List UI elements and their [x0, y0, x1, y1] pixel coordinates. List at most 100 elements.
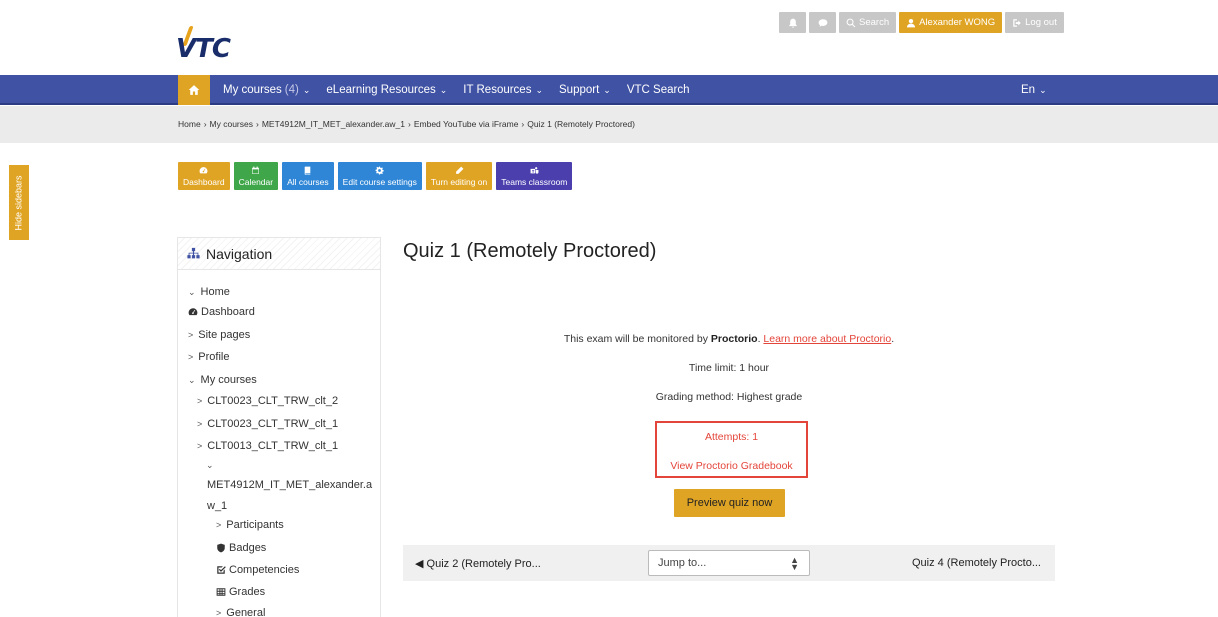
nav-my-courses[interactable]: My courses (4) ⌄	[223, 84, 310, 96]
nav-elearning[interactable]: eLearning Resources ⌄	[326, 84, 447, 96]
preview-quiz-button[interactable]: Preview quiz now	[674, 489, 785, 517]
teams-classroom-label: Teams classroom	[501, 176, 568, 187]
chevron-down-icon: ⌄	[302, 84, 311, 95]
nav-node-label: Profile	[198, 351, 230, 363]
chevron-down-icon: ⌄	[439, 84, 448, 95]
user-menu-button[interactable]: Alexander WONG	[899, 12, 1003, 33]
nav-my-courses-count: (4)	[284, 84, 299, 96]
logout-label: Log out	[1025, 17, 1057, 28]
nav-node-profile[interactable]: > Profile	[188, 351, 229, 363]
chevron-right-icon: >	[197, 396, 203, 406]
jump-to-label: Jump to...	[658, 557, 707, 569]
top-toolbar: Search Alexander WONG Log out	[779, 12, 1064, 33]
nav-node-course[interactable]: > CLT0023_CLT_TRW_clt_1	[197, 418, 338, 430]
breadcrumb-course[interactable]: MET4912M_IT_MET_alexander.aw_1	[262, 119, 405, 129]
nav-elearning-label: eLearning Resources	[326, 84, 436, 96]
teams-classroom-button[interactable]: Teams classroom	[496, 162, 573, 190]
nav-node-label: Home	[200, 286, 230, 298]
breadcrumb-current[interactable]: Quiz 1 (Remotely Proctored)	[527, 119, 635, 129]
search-button[interactable]: Search	[839, 12, 897, 33]
nav-vtc-search[interactable]: VTC Search	[627, 84, 690, 96]
chevron-right-icon: >	[216, 608, 222, 617]
nav-node-site-pages[interactable]: > Site pages	[188, 329, 250, 341]
messages-button[interactable]	[809, 12, 836, 33]
chevron-down-icon: ⌄	[188, 374, 196, 385]
proctor-notice-prefix: This exam will be monitored by	[563, 333, 711, 345]
nav-node-competencies[interactable]: Competencies	[216, 564, 299, 576]
all-courses-button-label: All courses	[287, 176, 329, 187]
nav-support[interactable]: Support ⌄	[559, 84, 611, 96]
nav-node-label: Badges	[229, 542, 267, 554]
nav-node-home[interactable]: ⌄ Home	[188, 286, 230, 298]
breadcrumb-my-courses[interactable]: My courses	[210, 119, 253, 129]
nav-node-participants[interactable]: > Participants	[216, 519, 284, 531]
dashboard-button-label: Dashboard	[183, 176, 225, 187]
updown-arrows-icon: ▲ ▼	[790, 555, 799, 572]
prev-activity-link[interactable]: ◀ Quiz 2 (Remotely Pro...	[415, 557, 541, 570]
user-name: Alexander WONG	[919, 17, 996, 28]
nav-node-general[interactable]: > General	[216, 607, 265, 617]
language-label: En	[1021, 84, 1036, 96]
search-label: Search	[859, 17, 890, 28]
next-activity-label: Quiz 4 (Remotely Procto...	[912, 557, 1041, 569]
speech-bubble-icon	[818, 18, 827, 27]
proctorio-gradebook-link[interactable]: View Proctorio Gradebook	[655, 460, 808, 472]
calendar-button-label: Calendar	[238, 176, 274, 187]
nav-node-label: w_1	[207, 500, 228, 512]
nav-it-resources-label: IT Resources	[463, 84, 532, 96]
breadcrumb-bar: Home › My courses › MET4912M_IT_MET_alexande…	[0, 106, 1218, 143]
sitemap-icon	[187, 247, 200, 259]
chevron-down-icon: ⌄	[603, 84, 611, 95]
proctor-notice-end: .	[891, 333, 895, 345]
chevron-down-icon: ⌄	[535, 84, 544, 95]
nav-node-badges[interactable]: Badges	[216, 542, 266, 554]
nav-node-label: Site pages	[198, 329, 251, 341]
book-icon	[305, 166, 311, 175]
breadcrumb: Home › My courses › MET4912M_IT_MET_alexande…	[178, 119, 635, 129]
nav-node-course[interactable]: > CLT0023_CLT_TRW_clt_2	[197, 395, 338, 407]
proctor-notice: This exam will be monitored by Proctorio…	[403, 333, 1055, 345]
hide-sidebars-button[interactable]: Hide sidebars	[9, 165, 29, 240]
nav-node-dashboard[interactable]: Dashboard	[188, 306, 255, 318]
nav-my-courses-label: My courses	[223, 84, 282, 96]
nav-node-label: Dashboard	[201, 306, 255, 318]
turn-editing-on-label: Turn editing on	[430, 176, 488, 187]
logout-button[interactable]: Log out	[1005, 12, 1064, 33]
navigation-title: Navigation	[206, 245, 273, 262]
chevron-right-icon: >	[197, 441, 203, 451]
navigation-block: Navigation ⌄ Home Dashboard > Site pages >…	[177, 237, 381, 617]
breadcrumb-home[interactable]: Home	[178, 119, 201, 129]
chevron-down-icon: ⌄	[206, 460, 214, 470]
nav-node-label: CLT0013_CLT_TRW_clt_1	[207, 440, 339, 452]
chevron-right-icon: >	[216, 520, 222, 530]
learn-more-link[interactable]: Learn more about Proctorio	[763, 333, 891, 345]
activity-navigation: ◀ Quiz 2 (Remotely Pro... Jump to... ▲ ▼ …	[403, 545, 1055, 581]
edit-course-settings-button[interactable]: Edit course settings	[337, 162, 422, 190]
nav-node-current-course[interactable]: MET4912M_IT_MET_alexander.a	[207, 479, 372, 491]
edit-course-settings-label: Edit course settings	[342, 176, 417, 187]
turn-editing-on-button[interactable]: Turn editing on	[425, 162, 493, 190]
nav-node-grades[interactable]: Grades	[216, 586, 265, 598]
nav-node-label: Competencies	[229, 564, 300, 576]
dashboard-button[interactable]: Dashboard	[178, 162, 230, 190]
dashboard-icon	[188, 308, 198, 316]
calendar-button[interactable]: Calendar	[233, 162, 279, 190]
nav-node-course-expand[interactable]: ⌄	[206, 460, 219, 471]
nav-support-label: Support	[559, 84, 600, 96]
nav-it-resources[interactable]: IT Resources ⌄	[463, 84, 543, 96]
nav-node-label: General	[226, 607, 266, 617]
jump-to-select[interactable]: Jump to... ▲ ▼	[648, 550, 810, 576]
breadcrumb-section[interactable]: Embed YouTube via iFrame	[414, 119, 519, 129]
course-buttons: Dashboard Calendar All courses Edit cour…	[178, 162, 573, 190]
logout-icon	[1013, 18, 1021, 27]
nav-node-my-courses[interactable]: ⌄ My courses	[188, 374, 257, 386]
notifications-button[interactable]	[779, 12, 806, 33]
all-courses-button[interactable]: All courses	[282, 162, 334, 190]
language-menu[interactable]: En ⌄	[1021, 75, 1047, 105]
dashboard-icon	[199, 166, 208, 173]
vtc-logo[interactable]: VTC	[176, 22, 236, 64]
home-button[interactable]	[178, 75, 210, 105]
proctor-brand: Proctorio	[710, 333, 758, 345]
nav-node-course[interactable]: > CLT0013_CLT_TRW_clt_1	[197, 440, 338, 452]
next-activity-link[interactable]: Quiz 4 (Remotely Procto...	[912, 557, 1041, 569]
